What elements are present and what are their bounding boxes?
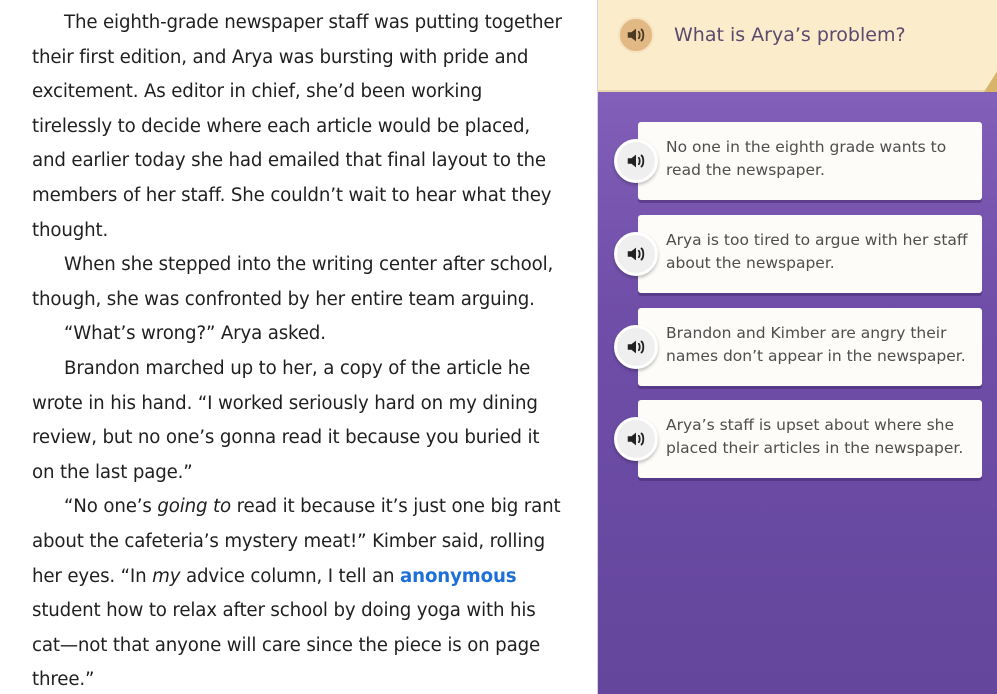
- passage-text: When she stepped into the writing center…: [32, 254, 554, 310]
- question-panel: What is Arya’s problem? No one in the ei…: [597, 0, 997, 694]
- answer-choice-4[interactable]: Arya’s staff is upset about where she pl…: [614, 400, 982, 478]
- choice-card[interactable]: Arya’s staff is upset about where she pl…: [638, 400, 982, 478]
- passage-paragraph: The eighth-grade newspaper staff was put…: [32, 6, 567, 248]
- passage-text: “No one’s: [64, 496, 158, 518]
- question-audio-button[interactable]: [618, 17, 654, 53]
- choice-audio-button[interactable]: [614, 417, 658, 461]
- answer-choice-2[interactable]: Arya is too tired to argue with her staf…: [614, 215, 982, 293]
- choice-card[interactable]: Arya is too tired to argue with her staf…: [638, 215, 982, 293]
- choice-audio-button[interactable]: [614, 232, 658, 276]
- question-text: What is Arya’s problem?: [674, 24, 906, 46]
- passage-text: Brandon marched up to her, a copy of the…: [32, 357, 540, 483]
- choice-audio-button[interactable]: [614, 325, 658, 369]
- choice-text: No one in the eighth grade wants to read…: [666, 138, 947, 179]
- speaker-icon: [627, 340, 645, 354]
- passage-paragraph: “No one’s going to read it because it’s …: [32, 490, 567, 694]
- passage-text: The eighth-grade newspaper staff was put…: [32, 12, 562, 241]
- passage-text: advice column, I tell an: [180, 565, 401, 587]
- choice-audio-button[interactable]: [614, 139, 658, 183]
- speaker-icon: [627, 247, 645, 261]
- passage-paragraph: “What’s wrong?” Arya asked.: [32, 317, 567, 352]
- speaker-icon: [627, 154, 645, 168]
- passage-text: student how to relax after school by doi…: [32, 600, 540, 691]
- emphasis-text: going to: [157, 496, 231, 518]
- reading-passage: The eighth-grade newspaper staff was put…: [0, 0, 597, 694]
- question-header: What is Arya’s problem?: [598, 0, 997, 92]
- choice-text: Arya is too tired to argue with her staf…: [666, 231, 968, 272]
- answer-choice-3[interactable]: Brandon and Kimber are angry their names…: [614, 308, 982, 386]
- speaker-icon: [627, 28, 645, 42]
- page-fold-corner: [984, 70, 997, 92]
- choice-text: Arya’s staff is upset about where she pl…: [666, 416, 964, 457]
- choice-text: Brandon and Kimber are angry their names…: [666, 324, 966, 365]
- passage-paragraph: When she stepped into the writing center…: [32, 248, 567, 317]
- emphasis-text: my: [152, 565, 181, 587]
- passage-paragraph: Brandon marched up to her, a copy of the…: [32, 352, 567, 490]
- answer-choice-1[interactable]: No one in the eighth grade wants to read…: [614, 122, 982, 200]
- passage-text: “What’s wrong?” Arya asked.: [64, 323, 326, 345]
- choice-card[interactable]: No one in the eighth grade wants to read…: [638, 122, 982, 200]
- choice-card[interactable]: Brandon and Kimber are angry their names…: [638, 308, 982, 386]
- speaker-icon: [627, 432, 645, 446]
- vocab-link-anonymous[interactable]: anonymous: [400, 566, 517, 587]
